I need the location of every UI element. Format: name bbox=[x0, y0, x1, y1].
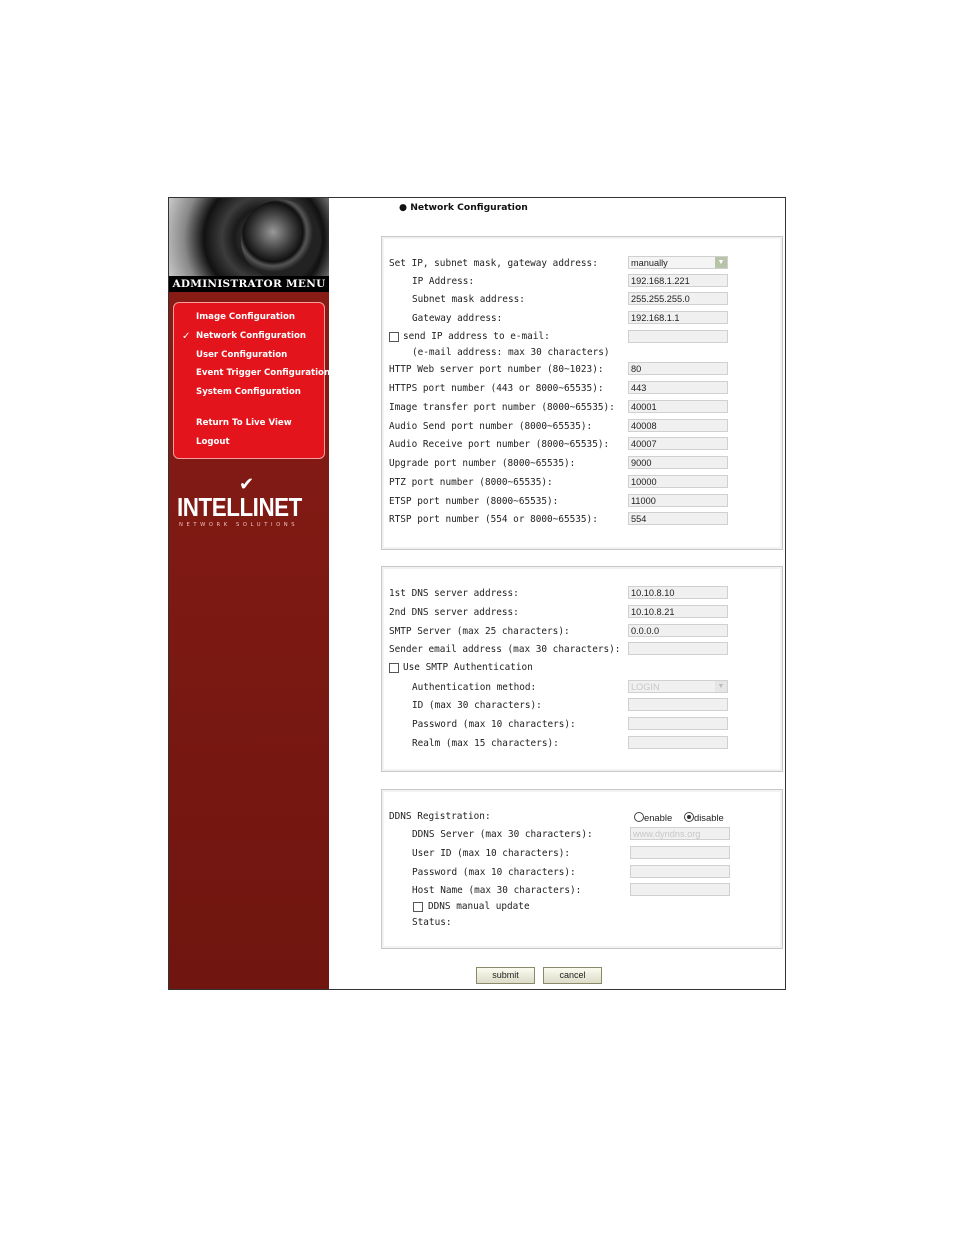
audio-receive-port-label: Audio Receive port number (8000~65535): bbox=[389, 439, 610, 450]
send-ip-email-label: send IP address to e-mail: bbox=[403, 331, 550, 342]
ddns-userid-label: User ID (max 10 characters): bbox=[412, 848, 571, 859]
ddns-disable-radio[interactable] bbox=[684, 812, 694, 822]
admin-window: Administrator Menu ✓ Image Configuration… bbox=[168, 197, 786, 990]
rtsp-port-input[interactable]: 554 bbox=[628, 512, 728, 525]
ip-mode-value: manually bbox=[631, 258, 668, 268]
ip-mode-label: Set IP, subnet mask, gateway address: bbox=[389, 258, 598, 269]
dns2-label: 2nd DNS server address: bbox=[389, 607, 519, 618]
ddns-server-input[interactable]: www.dyndns.org bbox=[630, 827, 730, 840]
gateway-input[interactable]: 192.168.1.1 bbox=[628, 311, 728, 324]
auth-realm-input[interactable] bbox=[628, 736, 728, 749]
ddns-disable-label: disable bbox=[694, 812, 724, 823]
audio-send-port-label: Audio Send port number (8000~65535): bbox=[389, 421, 593, 432]
cancel-button[interactable]: cancel bbox=[543, 967, 602, 984]
ip-address-label: IP Address: bbox=[412, 276, 475, 287]
dns-smtp-panel: 1st DNS server address: 10.10.8.10 2nd D… bbox=[381, 566, 783, 772]
ptz-port-label: PTZ port number (8000~65535): bbox=[389, 477, 553, 488]
chevron-down-icon: ▼ bbox=[715, 257, 727, 268]
audio-send-port-input[interactable]: 40008 bbox=[628, 419, 728, 432]
ddns-status-label: Status: bbox=[412, 917, 452, 928]
dns1-input[interactable]: 10.10.8.10 bbox=[628, 586, 728, 599]
send-ip-email-checkbox[interactable] bbox=[389, 332, 399, 342]
http-port-label: HTTP Web server port number (80~1023): bbox=[389, 364, 604, 375]
smtp-auth-checkbox[interactable] bbox=[389, 663, 399, 673]
ddns-manual-update-label: DDNS manual update bbox=[428, 901, 530, 912]
send-ip-email-input[interactable] bbox=[628, 330, 728, 343]
ddns-registration-label: DDNS Registration: bbox=[389, 811, 491, 822]
submit-button[interactable]: submit bbox=[476, 967, 535, 984]
intellinet-logo: ✔ INTELLINET NETWORK SOLUTIONS bbox=[177, 470, 323, 530]
ddns-password-input[interactable] bbox=[630, 865, 730, 878]
audio-receive-port-input[interactable]: 40007 bbox=[628, 437, 728, 450]
ddns-server-label: DDNS Server (max 30 characters): bbox=[412, 829, 593, 840]
subnet-mask-label: Subnet mask address: bbox=[412, 294, 525, 305]
dns2-input[interactable]: 10.10.8.21 bbox=[628, 605, 728, 618]
http-port-input[interactable]: 80 bbox=[628, 362, 728, 375]
ddns-hostname-label: Host Name (max 30 characters): bbox=[412, 885, 582, 896]
etsp-port-label: ETSP port number (8000~65535): bbox=[389, 496, 559, 507]
auth-realm-label: Realm (max 15 characters): bbox=[412, 738, 559, 749]
ip-mode-select[interactable]: manually ▼ bbox=[628, 256, 728, 269]
admin-menu-title: Administrator Menu bbox=[169, 276, 329, 292]
auth-method-select[interactable]: LOGIN ▼ bbox=[628, 680, 728, 693]
chevron-down-icon: ▼ bbox=[715, 681, 727, 692]
https-port-label: HTTPS port number (443 or 8000~65535): bbox=[389, 383, 604, 394]
auth-method-label: Authentication method: bbox=[412, 682, 537, 693]
ptz-port-input[interactable]: 10000 bbox=[628, 475, 728, 488]
ddns-userid-input[interactable] bbox=[630, 846, 730, 859]
auth-method-value: LOGIN bbox=[631, 682, 660, 692]
sender-email-input[interactable] bbox=[628, 642, 728, 655]
https-port-input[interactable]: 443 bbox=[628, 381, 728, 394]
main-content: ● Network Configuration Set IP, subnet m… bbox=[329, 198, 785, 989]
ddns-panel: DDNS Registration: enable disable DDNS S… bbox=[381, 789, 783, 949]
ddns-password-label: Password (max 10 characters): bbox=[412, 867, 576, 878]
admin-menu: ✓ Image Configuration Network Configurat… bbox=[173, 302, 330, 459]
menu-event-trigger-configuration[interactable]: Event Trigger Configuration bbox=[196, 368, 330, 378]
menu-image-configuration[interactable]: Image Configuration bbox=[196, 312, 295, 322]
upgrade-port-input[interactable]: 9000 bbox=[628, 456, 728, 469]
etsp-port-input[interactable]: 11000 bbox=[628, 494, 728, 507]
camera-lens-image bbox=[241, 200, 321, 276]
page-title: ● Network Configuration bbox=[399, 202, 528, 213]
smtp-server-label: SMTP Server (max 25 characters): bbox=[389, 626, 570, 637]
image-transfer-port-label: Image transfer port number (8000~65535): bbox=[389, 402, 615, 413]
image-transfer-port-input[interactable]: 40001 bbox=[628, 400, 728, 413]
dns1-label: 1st DNS server address: bbox=[389, 588, 519, 599]
menu-system-configuration[interactable]: System Configuration bbox=[196, 387, 301, 397]
ddns-enable-label: enable bbox=[644, 812, 673, 823]
auth-id-label: ID (max 30 characters): bbox=[412, 700, 542, 711]
rtsp-port-label: RTSP port number (554 or 8000~65535): bbox=[389, 514, 598, 525]
auth-password-label: Password (max 10 characters): bbox=[412, 719, 576, 730]
ddns-enable-radio[interactable] bbox=[634, 812, 644, 822]
camera-photo bbox=[169, 198, 329, 276]
ddns-manual-update-checkbox[interactable] bbox=[413, 902, 423, 912]
logo-text: INTELLINET bbox=[177, 492, 302, 522]
ip-settings-panel: Set IP, subnet mask, gateway address: ma… bbox=[381, 236, 783, 550]
auth-id-input[interactable] bbox=[628, 698, 728, 711]
logo-subtitle: NETWORK SOLUTIONS bbox=[179, 522, 299, 528]
subnet-mask-input[interactable]: 255.255.255.0 bbox=[628, 292, 728, 305]
ddns-hostname-input[interactable] bbox=[630, 883, 730, 896]
sender-email-label: Sender email address (max 30 characters)… bbox=[389, 644, 621, 655]
ip-address-input[interactable]: 192.168.1.221 bbox=[628, 274, 728, 287]
menu-logout[interactable]: Logout bbox=[196, 437, 230, 447]
sidebar: Administrator Menu ✓ Image Configuration… bbox=[169, 198, 330, 989]
email-note-label: (e-mail address: max 30 characters) bbox=[412, 347, 610, 358]
menu-return-to-live-view[interactable]: Return To Live View bbox=[196, 418, 292, 428]
smtp-auth-label: Use SMTP Authentication bbox=[403, 662, 533, 673]
auth-password-input[interactable] bbox=[628, 717, 728, 730]
check-icon: ✓ bbox=[182, 331, 191, 342]
gateway-label: Gateway address: bbox=[412, 313, 503, 324]
menu-network-configuration[interactable]: Network Configuration bbox=[196, 331, 306, 341]
menu-user-configuration[interactable]: User Configuration bbox=[196, 350, 287, 360]
smtp-server-input[interactable]: 0.0.0.0 bbox=[628, 624, 728, 637]
upgrade-port-label: Upgrade port number (8000~65535): bbox=[389, 458, 576, 469]
